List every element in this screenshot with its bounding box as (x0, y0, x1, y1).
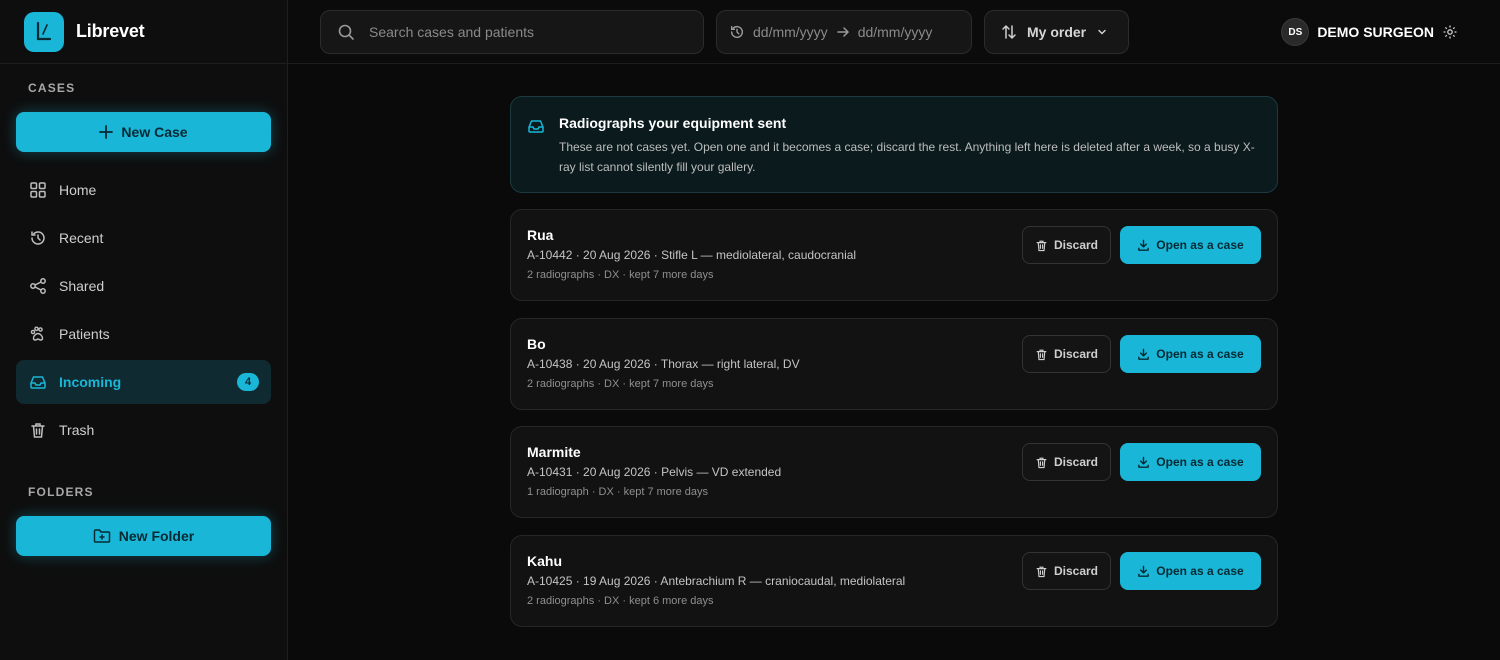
download-icon (1138, 239, 1150, 251)
sidebar-item-label: Patients (59, 326, 110, 342)
librevet-logo-icon[interactable] (24, 11, 64, 52)
banner-body: These are not cases yet. Open one and it… (559, 140, 1255, 174)
plus-icon (99, 125, 114, 139)
date-from-field[interactable]: dd/mm/yyyy (753, 24, 828, 40)
new-folder-label: New Folder (118, 528, 195, 544)
sidebar-item-label: Trash (59, 422, 95, 438)
sort-label: My order (1027, 24, 1087, 40)
discard-button[interactable]: Discard (1022, 443, 1111, 481)
list-item: Marmite A-10431 · 20 Aug 2026 · Pelvis —… (510, 426, 1278, 518)
discard-label: Discard (1053, 347, 1099, 361)
sidebar: Librevet CASES New Case Home Recent Shar… (0, 0, 288, 660)
open-as-case-button[interactable]: Open as a case (1120, 443, 1261, 481)
top-bar: dd/mm/yyyy dd/mm/yyyy My order DS DEMO S… (288, 0, 1500, 64)
sidebar-item-home[interactable]: Home (16, 168, 271, 212)
search-box[interactable] (320, 10, 704, 54)
trash-icon (1036, 349, 1047, 360)
sidebar-item-recent[interactable]: Recent (16, 216, 271, 260)
new-case-label: New Case (121, 124, 188, 140)
sidebar-item-trash[interactable]: Trash (16, 408, 271, 452)
open-label: Open as a case (1156, 347, 1244, 361)
new-case-button[interactable]: New Case (16, 112, 271, 152)
discard-label: Discard (1053, 564, 1099, 578)
incoming-count-badge: 4 (237, 373, 259, 391)
discard-label: Discard (1053, 238, 1099, 252)
open-as-case-button[interactable]: Open as a case (1120, 552, 1261, 590)
paw-icon (30, 326, 44, 341)
date-to-field[interactable]: dd/mm/yyyy (858, 24, 933, 40)
share-icon (30, 278, 46, 294)
list-item: Bo A-10438 · 20 Aug 2026 · Thorax — righ… (510, 318, 1278, 410)
new-folder-button[interactable]: New Folder (16, 516, 271, 556)
arrow-right-icon (836, 27, 849, 37)
discard-label: Discard (1053, 455, 1099, 469)
sidebar-item-label: Shared (59, 278, 105, 294)
open-as-case-button[interactable]: Open as a case (1120, 335, 1261, 373)
search-icon (338, 24, 354, 40)
sidebar-item-patients[interactable]: Patients (16, 312, 271, 356)
open-label: Open as a case (1156, 564, 1244, 578)
sidebar-item-label: Incoming (59, 374, 122, 390)
discard-button[interactable]: Discard (1022, 226, 1111, 264)
folder-plus-icon (93, 529, 111, 543)
grid-icon (30, 182, 46, 198)
gear-icon[interactable] (1442, 24, 1458, 40)
sidebar-item-label: Recent (59, 230, 104, 246)
study-summary: 2 radiographs · DX · kept 6 more days (527, 595, 714, 607)
open-label: Open as a case (1156, 238, 1244, 252)
download-icon (1138, 348, 1150, 360)
study-summary: 2 radiographs · DX · kept 7 more days (527, 378, 714, 390)
app-name: Librevet (76, 21, 145, 41)
banner-title: Radiographs your equipment sent (559, 115, 787, 131)
list-item: Kahu A-10425 · 19 Aug 2026 · Antebrachiu… (510, 535, 1278, 627)
open-as-case-button[interactable]: Open as a case (1120, 226, 1261, 264)
brand: Librevet (0, 0, 287, 64)
sidebar-item-shared[interactable]: Shared (16, 264, 271, 308)
download-icon (1138, 456, 1150, 468)
avatar: DS (1281, 18, 1310, 46)
sort-dropdown[interactable]: My order (984, 10, 1129, 54)
trash-icon (31, 423, 45, 438)
sort-icon (1002, 25, 1016, 39)
discard-button[interactable]: Discard (1022, 335, 1111, 373)
trash-icon (1036, 240, 1047, 251)
history-icon (31, 231, 45, 245)
user-name: DEMO SURGEON (1317, 24, 1434, 40)
study-summary: 2 radiographs · DX · kept 7 more days (527, 269, 714, 281)
list-item: Rua A-10442 · 20 Aug 2026 · Stifle L — m… (510, 209, 1278, 301)
download-icon (1138, 565, 1150, 577)
cases-section-label: CASES (28, 81, 76, 95)
discard-button[interactable]: Discard (1022, 552, 1111, 590)
date-range-picker[interactable]: dd/mm/yyyy dd/mm/yyyy (716, 10, 972, 54)
incoming-info-banner: Radiographs your equipment sent These ar… (510, 96, 1278, 193)
sidebar-item-label: Home (59, 182, 97, 198)
search-input[interactable] (369, 24, 669, 40)
inbox-icon (30, 376, 46, 389)
inbox-icon (528, 120, 544, 133)
folders-section-label: FOLDERS (28, 485, 94, 499)
study-summary: 1 radiograph · DX · kept 7 more days (527, 486, 708, 498)
sidebar-item-incoming[interactable]: Incoming 4 (16, 360, 271, 404)
chevron-down-icon (1098, 29, 1106, 35)
open-label: Open as a case (1156, 455, 1244, 469)
history-icon (730, 25, 744, 38)
user-menu[interactable]: DS DEMO SURGEON (1281, 18, 1458, 46)
trash-icon (1036, 457, 1047, 468)
trash-icon (1036, 566, 1047, 577)
